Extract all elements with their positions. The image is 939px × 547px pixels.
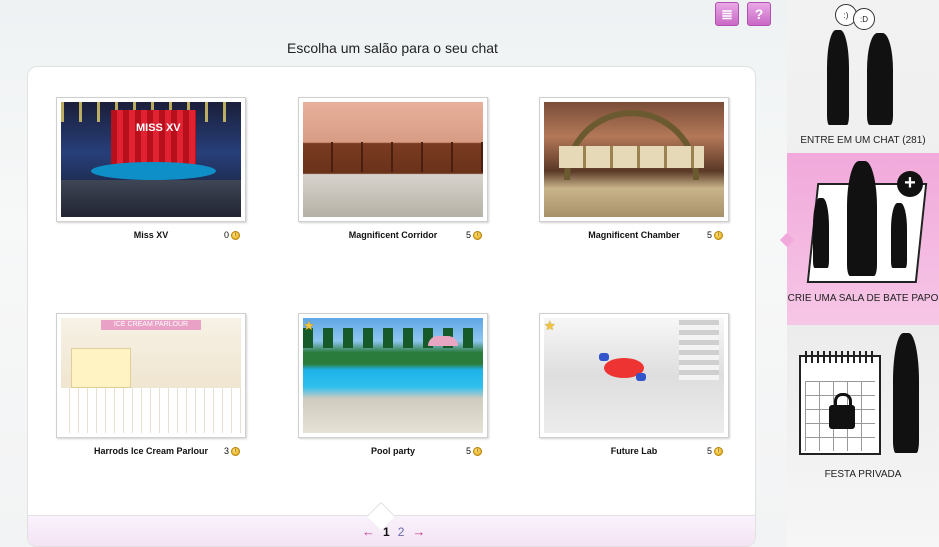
- grin-bubble-icon: :D: [853, 8, 875, 30]
- room-name: Future Lab: [610, 446, 658, 456]
- room-thumbnail-frame[interactable]: MISS XV: [56, 97, 246, 222]
- room-thumbnail-pool-party: [303, 318, 483, 433]
- page-title: Escolha um salão para o seu chat: [287, 40, 498, 56]
- thumb-banner-text: ICE CREAM PARLOUR: [101, 320, 201, 330]
- girl-silhouette-icon: [893, 333, 919, 453]
- room-card-pool-party[interactable]: ★ Pool party 5 i: [298, 313, 538, 473]
- sidebar: :) :D ENTRE EM UM CHAT (281) + CRIE UMA …: [787, 0, 939, 547]
- prev-page-arrow-icon[interactable]: ←: [362, 524, 375, 539]
- calendar-icon: [799, 351, 881, 455]
- list-check-icon[interactable]: ≣: [715, 2, 739, 26]
- room-thumbnail-frame[interactable]: ★: [539, 313, 729, 438]
- room-user-count: 5 i: [707, 446, 724, 456]
- room-card-magnificent-corridor[interactable]: Magnificent Corridor 5 i: [298, 97, 538, 257]
- room-thumbnail-harrods-ice-cream-parlour: ICE CREAM PARLOUR: [61, 318, 241, 433]
- sidebar-item-label: CRIE UMA SALA DE BATE PAPO: [787, 293, 939, 304]
- room-thumbnail-frame[interactable]: [298, 97, 488, 222]
- coin-icon: i: [473, 446, 483, 456]
- girl-silhouette-icon: [847, 161, 877, 276]
- girl-silhouette-icon: [827, 30, 849, 125]
- room-user-count: 0 i: [224, 230, 241, 240]
- coin-icon: i: [714, 230, 724, 240]
- room-count-value: 5: [466, 446, 472, 456]
- room-thumbnail-future-lab: [544, 318, 724, 433]
- sidebar-item-create-room[interactable]: + CRIE UMA SALA DE BATE PAPO: [787, 153, 939, 325]
- featured-star-icon: ★: [303, 318, 315, 333]
- room-thumbnail-magnificent-corridor: [303, 102, 483, 217]
- room-card-magnificent-chamber[interactable]: Magnificent Chamber 5 i: [539, 97, 755, 257]
- room-selection-panel: MISS XV Miss XV 0 i Magnificent Corridor…: [27, 66, 756, 547]
- sidebar-item-enter-chat[interactable]: :) :D ENTRE EM UM CHAT (281): [787, 0, 939, 153]
- lock-icon: [829, 393, 855, 429]
- room-card-future-lab[interactable]: ★ Future Lab 5 i: [539, 313, 755, 473]
- pagination: ← 1 2 →: [362, 524, 425, 539]
- room-count-value: 5: [466, 230, 472, 240]
- room-thumbnail-frame[interactable]: [539, 97, 729, 222]
- room-name: Pool party: [370, 446, 415, 456]
- pagination-bar: ← 1 2 →: [28, 501, 755, 546]
- girl-silhouette-icon: [813, 198, 829, 268]
- room-name: Magnificent Corridor: [348, 230, 438, 240]
- room-name: Magnificent Chamber: [588, 230, 680, 240]
- room-user-count: 3 i: [224, 446, 241, 456]
- coin-icon: i: [473, 230, 483, 240]
- room-user-count: 5 i: [466, 446, 483, 456]
- top-toolbar: ≣ ?: [715, 2, 771, 26]
- room-name: Miss XV: [133, 230, 169, 240]
- room-thumbnail-magnificent-chamber: [544, 102, 724, 217]
- next-page-arrow-icon[interactable]: →: [412, 524, 425, 539]
- room-name: Harrods Ice Cream Parlour: [93, 446, 209, 456]
- room-card-harrods-ice-cream-parlour[interactable]: ICE CREAM PARLOUR Harrods Ice Cream Parl…: [56, 313, 296, 473]
- sidebar-item-label: ENTRE EM UM CHAT (281): [800, 135, 926, 146]
- sidebar-item-label: FESTA PRIVADA: [824, 469, 902, 480]
- room-count-value: 5: [707, 446, 713, 456]
- room-count-value: 3: [224, 446, 230, 456]
- room-count-value: 5: [707, 230, 713, 240]
- coin-icon: i: [231, 446, 241, 456]
- page-1[interactable]: 1: [383, 525, 390, 539]
- featured-star-icon: ★: [544, 318, 556, 333]
- room-user-count: 5 i: [466, 230, 483, 240]
- girl-silhouette-icon: [891, 203, 907, 268]
- room-thumbnail-frame[interactable]: ★: [298, 313, 488, 438]
- room-card-miss-xv[interactable]: MISS XV Miss XV 0 i: [56, 97, 296, 257]
- plus-icon: +: [897, 171, 923, 197]
- help-icon[interactable]: ?: [747, 2, 771, 26]
- room-user-count: 5 i: [707, 230, 724, 240]
- coin-icon: i: [231, 230, 241, 240]
- girl-silhouette-icon: [867, 33, 893, 125]
- room-count-value: 0: [224, 230, 230, 240]
- coin-icon: i: [714, 446, 724, 456]
- sidebar-item-private-party[interactable]: FESTA PRIVADA: [787, 325, 939, 547]
- thumb-logo-text: MISS XV: [136, 122, 181, 134]
- room-thumbnail-miss-xv: MISS XV: [61, 102, 241, 217]
- page-2[interactable]: 2: [398, 525, 405, 539]
- room-thumbnail-frame[interactable]: ICE CREAM PARLOUR: [56, 313, 246, 438]
